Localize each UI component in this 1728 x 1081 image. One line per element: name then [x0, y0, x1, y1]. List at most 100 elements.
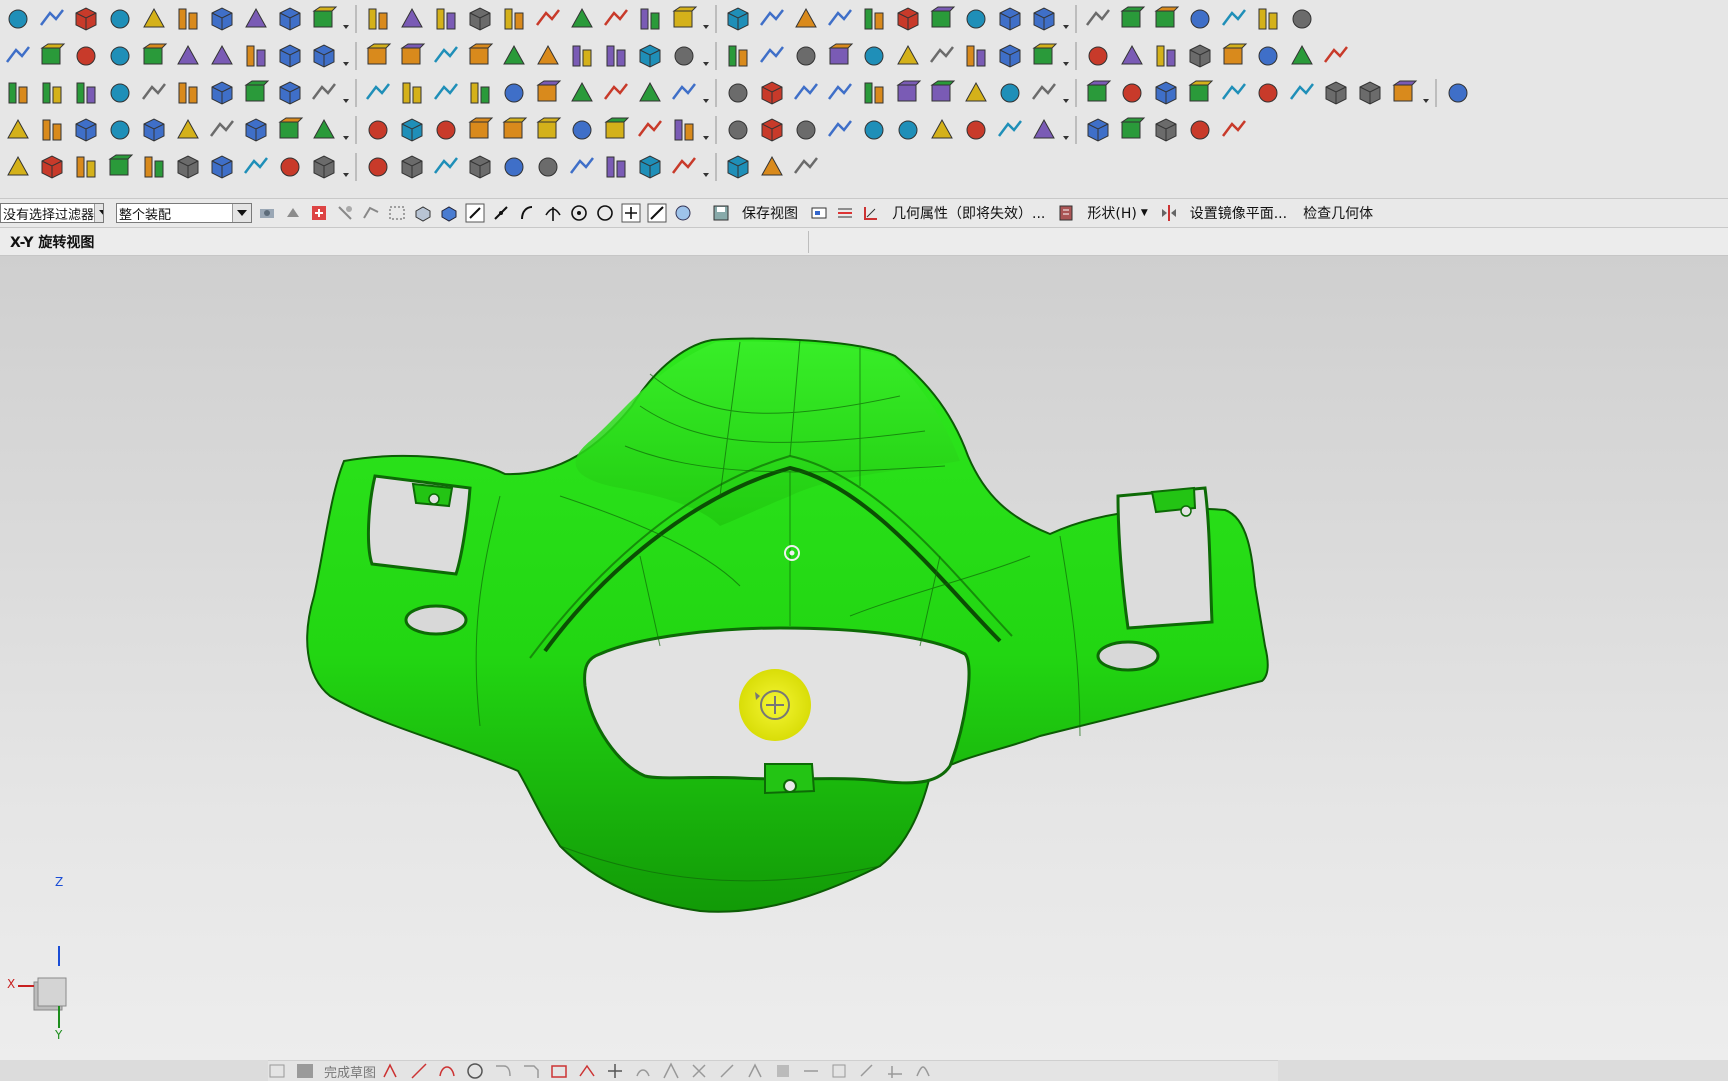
move-part-icon[interactable]	[2, 151, 34, 183]
parts-icon[interactable]	[36, 151, 68, 183]
shape-icon[interactable]	[240, 114, 272, 146]
bracket-icon[interactable]	[1116, 77, 1148, 109]
cylinder-icon[interactable]	[240, 3, 272, 35]
book-icon[interactable]	[396, 3, 428, 35]
t-beam-icon[interactable]	[206, 77, 238, 109]
grid-cell-icon[interactable]	[756, 77, 788, 109]
polygon-tool-icon[interactable]	[578, 1062, 600, 1080]
yellow-cubes-icon[interactable]	[1218, 114, 1250, 146]
snap-center-icon[interactable]	[568, 202, 590, 224]
tab-icon[interactable]	[668, 151, 700, 183]
l-bracket-icon[interactable]	[668, 77, 700, 109]
flash-icon[interactable]	[824, 114, 856, 146]
tube-icon[interactable]	[722, 3, 754, 35]
mold-icon[interactable]	[36, 77, 68, 109]
duplicate-icon[interactable]	[308, 151, 340, 183]
toolbar-overflow-icon[interactable]	[702, 153, 710, 181]
cube-solid-icon[interactable]	[36, 114, 68, 146]
trim-tool-icon[interactable]	[690, 1062, 712, 1080]
datum-axis-icon[interactable]	[172, 40, 204, 72]
mirror-plane-icon[interactable]	[1158, 202, 1180, 224]
i-beam-icon[interactable]	[722, 114, 754, 146]
measure-icon[interactable]	[1028, 3, 1060, 35]
cube-face-icon[interactable]	[2, 114, 34, 146]
lock-icon[interactable]	[464, 77, 496, 109]
grid-icon[interactable]	[240, 40, 272, 72]
layer-settings-icon[interactable]	[1286, 3, 1318, 35]
flow-icon[interactable]	[362, 151, 394, 183]
geometry-properties-command[interactable]: 几何属性（即将失效）...	[886, 203, 1051, 223]
snap-intersection-icon[interactable]	[542, 202, 564, 224]
save-view-command[interactable]: 保存视图	[736, 203, 804, 223]
block2-icon[interactable]	[1116, 114, 1148, 146]
spin-icon[interactable]	[722, 151, 754, 183]
toolbar-overflow-icon[interactable]	[342, 42, 350, 70]
plate-icon[interactable]	[430, 3, 462, 35]
machine-icon[interactable]	[396, 151, 428, 183]
wave-icon[interactable]	[634, 114, 666, 146]
chamfer-icon[interactable]	[138, 151, 170, 183]
surface1-icon[interactable]	[824, 40, 856, 72]
filter-settings-icon[interactable]	[256, 202, 278, 224]
align-icon[interactable]	[498, 114, 530, 146]
convert-reference-icon[interactable]	[886, 1062, 908, 1080]
curve2-icon[interactable]	[1082, 114, 1114, 146]
cup-icon[interactable]	[1252, 77, 1284, 109]
white-cube-icon[interactable]	[1028, 114, 1060, 146]
toolbar-overflow-icon[interactable]	[342, 153, 350, 181]
h-beam-icon[interactable]	[892, 77, 924, 109]
view-icon[interactable]	[808, 202, 830, 224]
reduce-icon[interactable]	[756, 151, 788, 183]
layers-icon[interactable]	[498, 151, 530, 183]
t-icon[interactable]	[308, 77, 340, 109]
brush-icon[interactable]	[104, 114, 136, 146]
dimension-tool-icon[interactable]	[802, 1062, 824, 1080]
solid-view-icon[interactable]	[438, 202, 460, 224]
shape-menu[interactable]: 形状(H) ▼	[1081, 203, 1153, 223]
close-part-icon[interactable]	[104, 151, 136, 183]
radius-icon[interactable]	[206, 151, 238, 183]
mirror-tool-icon[interactable]	[662, 1062, 684, 1080]
arc-tool-icon[interactable]	[438, 1062, 460, 1080]
auto-constraint-icon[interactable]	[830, 1062, 852, 1080]
assembly-icon[interactable]	[2, 3, 34, 35]
sketch-icon[interactable]	[268, 1062, 290, 1080]
divide-icon[interactable]	[1116, 3, 1148, 35]
color-grid-icon[interactable]	[70, 114, 102, 146]
shape-icon[interactable]	[1055, 202, 1077, 224]
cup2-icon[interactable]	[668, 114, 700, 146]
surface10-icon[interactable]	[1150, 40, 1182, 72]
sun-icon[interactable]	[70, 77, 102, 109]
surface3-icon[interactable]	[892, 40, 924, 72]
axis-icon[interactable]	[362, 114, 394, 146]
spline-icon[interactable]	[1218, 3, 1250, 35]
crop-icon[interactable]	[172, 114, 204, 146]
matrix-icon[interactable]	[960, 77, 992, 109]
hand-icon[interactable]	[566, 114, 598, 146]
shell-icon[interactable]	[634, 3, 666, 35]
toolbar-overflow-icon[interactable]	[342, 5, 350, 33]
text-label-icon[interactable]	[1150, 114, 1182, 146]
geometry-properties-icon[interactable]	[834, 202, 856, 224]
solid-icon[interactable]	[464, 3, 496, 35]
snap-point-icon[interactable]	[308, 202, 330, 224]
snap-surface-icon[interactable]	[672, 202, 694, 224]
cone-icon[interactable]	[308, 3, 340, 35]
cube-icon[interactable]	[274, 3, 306, 35]
stack-icon[interactable]	[858, 3, 890, 35]
text-icon[interactable]	[430, 40, 462, 72]
x-axis-icon[interactable]	[464, 114, 496, 146]
sheet-icon[interactable]	[138, 3, 170, 35]
angle2-icon[interactable]	[634, 151, 666, 183]
mirror-icon[interactable]	[600, 40, 632, 72]
door-icon[interactable]	[430, 77, 462, 109]
polyline-icon[interactable]	[396, 40, 428, 72]
save-view-icon[interactable]	[710, 202, 732, 224]
angle-icon[interactable]	[600, 77, 632, 109]
unite-icon[interactable]	[960, 3, 992, 35]
section-icon[interactable]	[756, 40, 788, 72]
dashed-line-icon[interactable]	[532, 151, 564, 183]
finish-sketch-icon[interactable]	[296, 1062, 318, 1080]
set-mirror-plane-command[interactable]: 设置镜像平面...	[1184, 203, 1293, 223]
surface14-icon[interactable]	[1286, 40, 1318, 72]
